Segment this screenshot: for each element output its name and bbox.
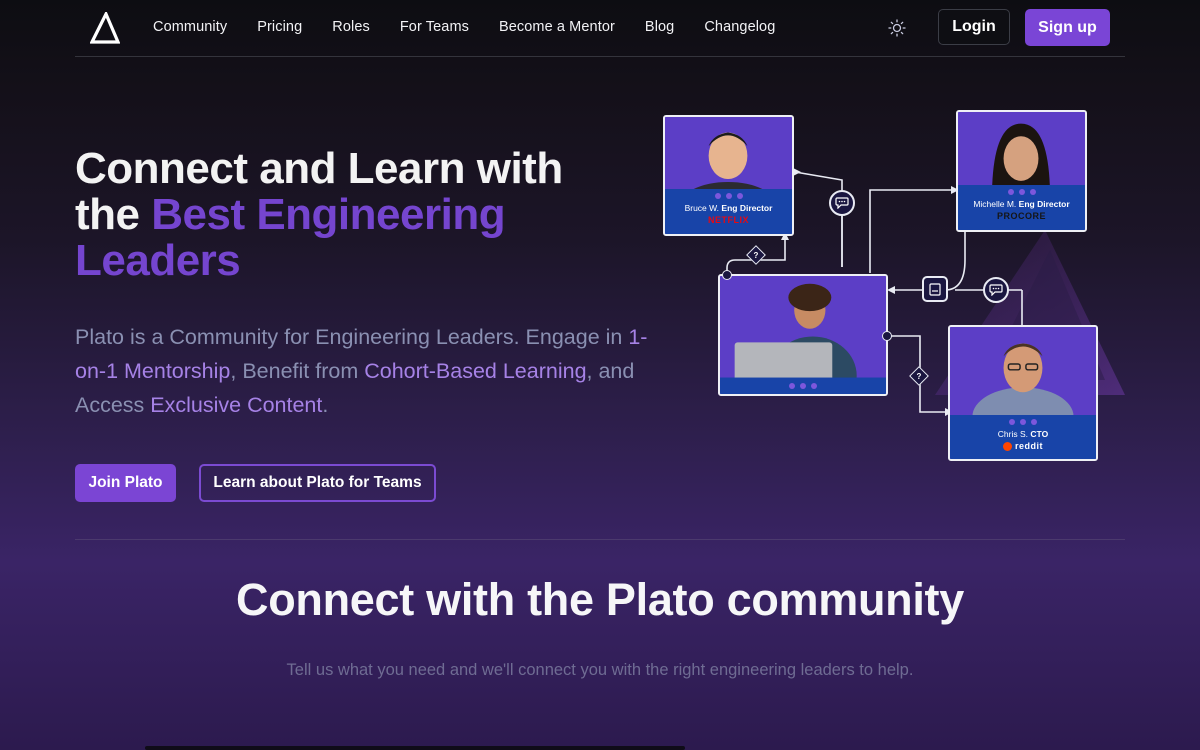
nav-link-community[interactable]: Community [153, 19, 227, 35]
status-dots [714, 193, 743, 199]
hero-desc-highlight-content: Exclusive Content [150, 393, 323, 417]
company-logo-procore: PROCORE [996, 211, 1046, 221]
learn-plato-teams-button[interactable]: Learn about Plato for Teams [199, 464, 436, 502]
mentee-info [720, 379, 886, 394]
mentee-card[interactable] [718, 274, 888, 396]
hero-title-the: the [75, 190, 152, 239]
mentor-card-bruce[interactable]: Bruce W. Eng Director NETFLIX [663, 115, 794, 236]
join-plato-button[interactable]: Join Plato [75, 464, 176, 502]
nav-divider [75, 56, 1125, 57]
bottom-card-edge [145, 746, 685, 750]
nav-link-blog[interactable]: Blog [645, 19, 674, 35]
mentee-photo [720, 276, 886, 394]
nav-links: Community Pricing Roles For Teams Become… [153, 19, 805, 35]
mentor-info: Bruce W. Eng Director NETFLIX [665, 189, 792, 234]
mentor-info: Michelle M. Eng Director PROCORE [958, 185, 1085, 230]
hero-title: Connect and Learn with the Best Engineer… [75, 146, 635, 284]
signup-button[interactable]: Sign up [1025, 9, 1110, 46]
hero-title-line1: Connect and Learn with [75, 144, 563, 193]
mentor-name: Bruce W. Eng Director [684, 203, 773, 213]
top-navigation: Community Pricing Roles For Teams Become… [0, 0, 1200, 56]
status-dots [1007, 189, 1036, 195]
hero-desc-text-1: Plato is a Community for Engineering Lea… [75, 325, 629, 349]
company-logo-reddit: reddit [1002, 441, 1043, 451]
mentorship-network-illustration: Bruce W. Eng Director NETFLIX Michelle M… [655, 100, 1125, 470]
company-logo-netflix: NETFLIX [708, 215, 749, 225]
status-dots [1009, 419, 1037, 425]
connector-dot [882, 331, 892, 341]
status-dots [789, 383, 817, 389]
community-section-title: Connect with the Plato community [236, 574, 964, 625]
nav-link-pricing[interactable]: Pricing [257, 19, 302, 35]
chat-bubble-icon [829, 190, 855, 216]
chat-bubble-icon [983, 277, 1009, 303]
sun-icon[interactable] [888, 19, 906, 37]
hero-desc-text-2: , Benefit from [230, 359, 365, 383]
reddit-icon [1002, 441, 1012, 451]
hero-desc-text-4: . [322, 393, 329, 417]
connector-dot [722, 270, 732, 280]
mentor-name: Michelle M. Eng Director [973, 199, 1070, 209]
mentor-card-chris[interactable]: Chris S. CTO reddit [948, 325, 1098, 461]
document-icon [922, 276, 948, 302]
nav-link-changelog[interactable]: Changelog [704, 19, 775, 35]
mentor-card-michelle[interactable]: Michelle M. Eng Director PROCORE [956, 110, 1087, 232]
community-section-subtitle: Tell us what you need and we'll connect … [286, 661, 914, 679]
nav-link-become-mentor[interactable]: Become a Mentor [499, 19, 615, 35]
nav-link-for-teams[interactable]: For Teams [400, 19, 469, 35]
mentor-info: Chris S. CTO reddit [950, 415, 1096, 459]
hero-description: Plato is a Community for Engineering Lea… [75, 320, 655, 422]
nav-link-roles[interactable]: Roles [332, 19, 370, 35]
hero-desc-highlight-cohort: Cohort-Based Learning [364, 359, 587, 383]
plato-logo-icon[interactable] [90, 12, 120, 44]
mentor-name: Chris S. CTO [997, 429, 1049, 439]
login-button[interactable]: Login [938, 9, 1010, 45]
hero-divider [75, 539, 1125, 540]
